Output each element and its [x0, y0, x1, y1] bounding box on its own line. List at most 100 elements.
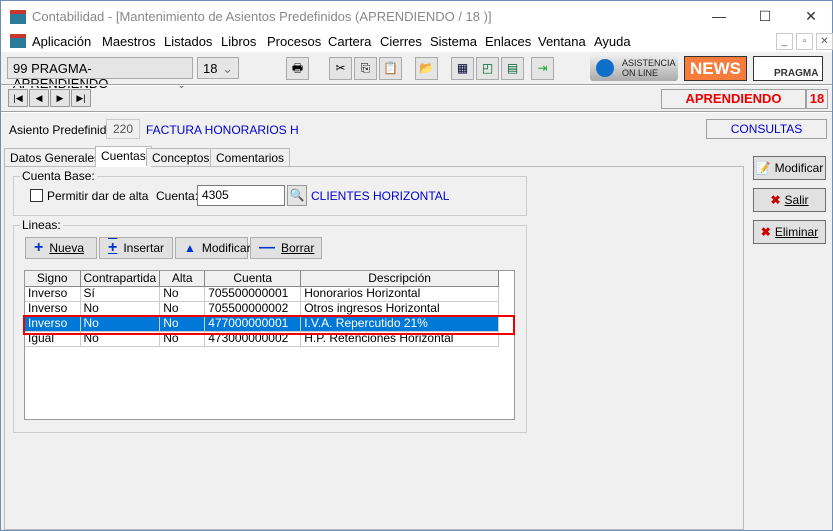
permitir-alta-checkbox[interactable]: [30, 189, 43, 202]
asistencia-online-button[interactable]: ASISTENCIA ON LINE: [590, 55, 678, 81]
search-icon[interactable]: 🔍: [287, 185, 307, 206]
salir-label: Salir: [784, 193, 809, 207]
cuenta-base-legend: Cuenta Base:: [20, 169, 97, 183]
permitir-alta-label: Permitir dar de alta: [47, 189, 149, 203]
app-window: Contabilidad - [Mantenimiento de Asiento…: [0, 0, 833, 531]
asiento-label: Asiento Predefinido:: [9, 123, 117, 137]
col-cuenta[interactable]: Cuenta: [204, 271, 302, 287]
mdi-icon: [10, 34, 26, 48]
folder-icon[interactable]: 📂: [415, 57, 438, 80]
cell: 705500000001: [204, 286, 302, 302]
table-row[interactable]: Inverso No No 705500000002 Otros ingresos Ho…: [25, 301, 499, 317]
close-button[interactable]: ✕: [788, 1, 833, 31]
menu-ayuda[interactable]: Ayuda: [594, 34, 631, 49]
insertar-label: Insertar: [123, 241, 165, 255]
insert-icon: +: [108, 239, 118, 256]
table-row[interactable]: Inverso Sí No 705500000001 Honorarios Horizo…: [25, 286, 499, 302]
company-select[interactable]: 99 PRAGMA-APRENDIENDO ⌄: [7, 57, 193, 91]
menu-aplicacion[interactable]: Aplicación: [32, 34, 91, 49]
printer-settings-icon[interactable]: 🖶: [286, 57, 309, 80]
menu-cierres[interactable]: Cierres: [380, 34, 422, 49]
tab-datos-generales[interactable]: Datos Generales: [4, 148, 107, 166]
plus-icon: +: [34, 239, 44, 256]
modificar-linea-button[interactable]: ▲ Modificar: [175, 237, 251, 259]
window-title: Contabilidad - [Mantenimiento de Asiento…: [32, 9, 492, 24]
asistencia-label: ASISTENCIA ON LINE: [622, 58, 676, 78]
menu-listados[interactable]: Listados: [164, 34, 212, 49]
col-alta[interactable]: Alta: [159, 271, 206, 287]
arrange-icons-icon[interactable]: ▤: [501, 57, 524, 80]
tab-comentarios[interactable]: Comentarios: [210, 148, 291, 166]
cell: Otros ingresos Horizontal: [300, 301, 499, 317]
prev-record-button[interactable]: ◀: [29, 89, 49, 107]
modificar-side-label: Modificar: [774, 161, 824, 175]
cell: No: [159, 301, 206, 317]
borrar-label: Borrar: [281, 241, 315, 255]
tile-windows-icon[interactable]: ▦: [451, 57, 474, 80]
menu-maestros[interactable]: Maestros: [102, 34, 155, 49]
salir-button[interactable]: ✖ Salir: [753, 188, 826, 212]
lineas-legend: Lineas:: [20, 218, 63, 232]
lineas-grid[interactable]: Signo Contrapartida Alta Cuenta Descripc…: [24, 270, 515, 420]
cuenta-input[interactable]: 4305: [197, 185, 285, 206]
tab-cuentas[interactable]: Cuentas: [95, 146, 152, 167]
cuenta-label: Cuenta:: [156, 189, 199, 203]
year-status: 18: [806, 89, 828, 109]
menu-sistema[interactable]: Sistema: [430, 34, 477, 49]
mode-status: CONSULTAS: [706, 119, 827, 139]
mdi-restore-button[interactable]: ▫: [796, 33, 813, 50]
next-record-button[interactable]: ▶: [50, 89, 70, 107]
minus-icon: —: [259, 239, 275, 256]
cell: Inverso: [25, 286, 81, 302]
cell: Inverso: [25, 301, 81, 317]
nueva-button[interactable]: + Nueva: [25, 237, 97, 259]
teamviewer-icon: [596, 59, 614, 77]
paste-icon[interactable]: 📋: [379, 57, 402, 80]
delete-icon: ✖: [760, 225, 771, 239]
cell: Sí: [80, 286, 161, 302]
cell: No: [159, 286, 206, 302]
col-signo[interactable]: Signo: [25, 271, 81, 287]
exit-door-icon[interactable]: ⇥: [531, 57, 554, 80]
selection-highlight: [23, 315, 515, 335]
eliminar-button[interactable]: ✖ Eliminar: [753, 220, 826, 244]
mdi-minimize-button[interactable]: _: [776, 33, 793, 50]
company-status: APRENDIENDO: [661, 89, 806, 109]
x-icon: ✖: [770, 193, 781, 207]
menu-cartera[interactable]: Cartera: [328, 34, 371, 49]
col-descripcion[interactable]: Descripción: [300, 271, 499, 287]
modificar-label: Modificar: [201, 241, 251, 255]
cuenta-description: CLIENTES HORIZONTAL: [311, 189, 450, 203]
grid-header: Signo Contrapartida Alta Cuenta Descripc…: [25, 271, 499, 287]
last-record-button[interactable]: ▶|: [71, 89, 91, 107]
copy-icon[interactable]: ⎘: [354, 57, 377, 80]
news-button[interactable]: NEWS: [684, 56, 747, 81]
cell: 705500000002: [204, 301, 302, 317]
menu-ventana[interactable]: Ventana: [538, 34, 586, 49]
minimize-button[interactable]: —: [696, 1, 742, 31]
first-record-button[interactable]: |◀: [8, 89, 28, 107]
pragma-logo[interactable]: PRAGMA: [753, 56, 823, 81]
col-contrapartida[interactable]: Contrapartida: [80, 271, 161, 287]
triangle-up-icon: ▲: [184, 241, 196, 255]
eliminar-label: Eliminar: [774, 225, 819, 239]
cut-icon[interactable]: ✂: [329, 57, 352, 80]
maximize-button[interactable]: ☐: [742, 1, 788, 31]
insertar-button[interactable]: + Insertar: [99, 237, 173, 259]
menu-enlaces[interactable]: Enlaces: [485, 34, 531, 49]
edit-icon: 📝: [755, 161, 771, 175]
company-value: 99 PRAGMA-APRENDIENDO: [13, 61, 109, 91]
modificar-button[interactable]: 📝 Modificar: [753, 156, 826, 180]
year-value: 18: [203, 61, 218, 76]
separator: [1, 84, 832, 86]
mdi-close-button[interactable]: ✕: [816, 33, 833, 50]
asiento-name: FACTURA HONORARIOS H: [146, 123, 299, 137]
cell: Honorarios Horizontal: [300, 286, 499, 302]
tab-conceptos[interactable]: Conceptos: [146, 148, 216, 166]
year-select[interactable]: 18 ⌄: [197, 57, 239, 79]
cell: No: [80, 301, 161, 317]
menu-procesos[interactable]: Procesos: [267, 34, 321, 49]
menu-libros[interactable]: Libros: [221, 34, 256, 49]
cascade-windows-icon[interactable]: ◰: [476, 57, 499, 80]
borrar-button[interactable]: — Borrar: [250, 237, 322, 259]
